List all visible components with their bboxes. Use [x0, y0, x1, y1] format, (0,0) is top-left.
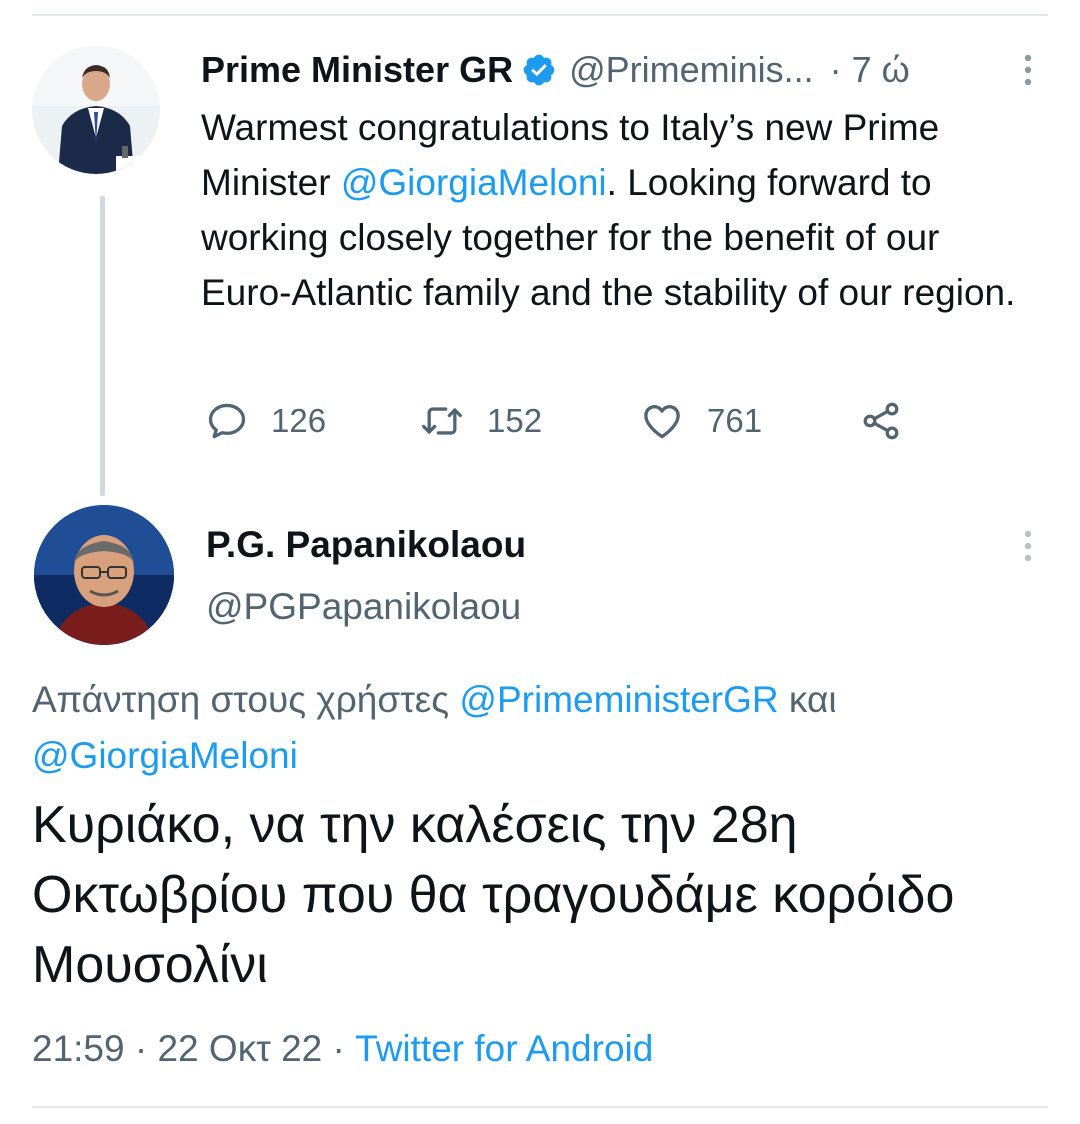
- avatar-papanikolaou[interactable]: [34, 505, 174, 645]
- tweet1-text: Warmest congratulations to Italy’s new P…: [201, 100, 1031, 320]
- share-button[interactable]: [859, 396, 903, 446]
- retweet-icon: [422, 407, 462, 435]
- top-divider: [32, 14, 1048, 16]
- thread-connector-line: [100, 196, 105, 496]
- reply-icon: [208, 403, 246, 439]
- tweet1-mention-link[interactable]: @GiorgiaMeloni: [341, 162, 607, 203]
- tweet2-time: 21:59: [32, 1028, 125, 1069]
- tweet1-author-name[interactable]: Prime Minister GR: [201, 49, 513, 91]
- retweet-button[interactable]: 152: [419, 396, 542, 446]
- like-icon: [644, 405, 680, 439]
- share-icon: [863, 402, 899, 440]
- more-options-icon[interactable]: [1018, 52, 1038, 88]
- replying-mention-meloni[interactable]: @GiorgiaMeloni: [32, 735, 298, 776]
- avatar-papanikolaou-image: [34, 505, 174, 645]
- reply-count: 126: [271, 402, 327, 439]
- tweet1-author-handle[interactable]: @Primeminis...: [569, 49, 814, 91]
- meta-separator: ·: [124, 1028, 158, 1069]
- tweet2-date: 22 Οκτ 22: [157, 1028, 323, 1069]
- tweet2-meta: 21:59 · 22 Οκτ 22 · Twitter for Android: [32, 1028, 653, 1070]
- avatar-prime-minister[interactable]: [32, 46, 160, 174]
- tweet1-timestamp[interactable]: · 7 ώ: [830, 49, 910, 91]
- like-button[interactable]: 761: [639, 396, 762, 446]
- reply-button[interactable]: 126: [205, 396, 326, 446]
- tweet2-author-handle[interactable]: @PGPapanikolaou: [206, 586, 521, 628]
- replying-prefix: Απάντηση στους χρήστες: [32, 679, 460, 720]
- replying-to-line: Απάντηση στους χρήστες @PrimeministerGR …: [32, 672, 1032, 784]
- more-options-icon[interactable]: [1018, 528, 1038, 564]
- avatar-prime-minister-image: [32, 46, 160, 174]
- replying-and: και: [778, 679, 837, 720]
- tweet1-header: Prime Minister GR @Primeminis... · 7 ώ: [201, 48, 910, 92]
- bottom-divider: [32, 1106, 1048, 1108]
- tweet2-source-link[interactable]: Twitter for Android: [355, 1028, 653, 1069]
- meta-separator: ·: [322, 1028, 356, 1069]
- replying-mention-primeminister[interactable]: @PrimeministerGR: [459, 679, 778, 720]
- verified-badge-icon: [523, 54, 555, 86]
- tweet2-text: Κυριάκο, να την καλέσεις την 28η Οκτωβρί…: [32, 796, 955, 994]
- like-count: 761: [707, 402, 763, 439]
- retweet-count: 152: [487, 402, 543, 439]
- tweet2-author-name[interactable]: P.G. Papanikolaou: [206, 524, 526, 566]
